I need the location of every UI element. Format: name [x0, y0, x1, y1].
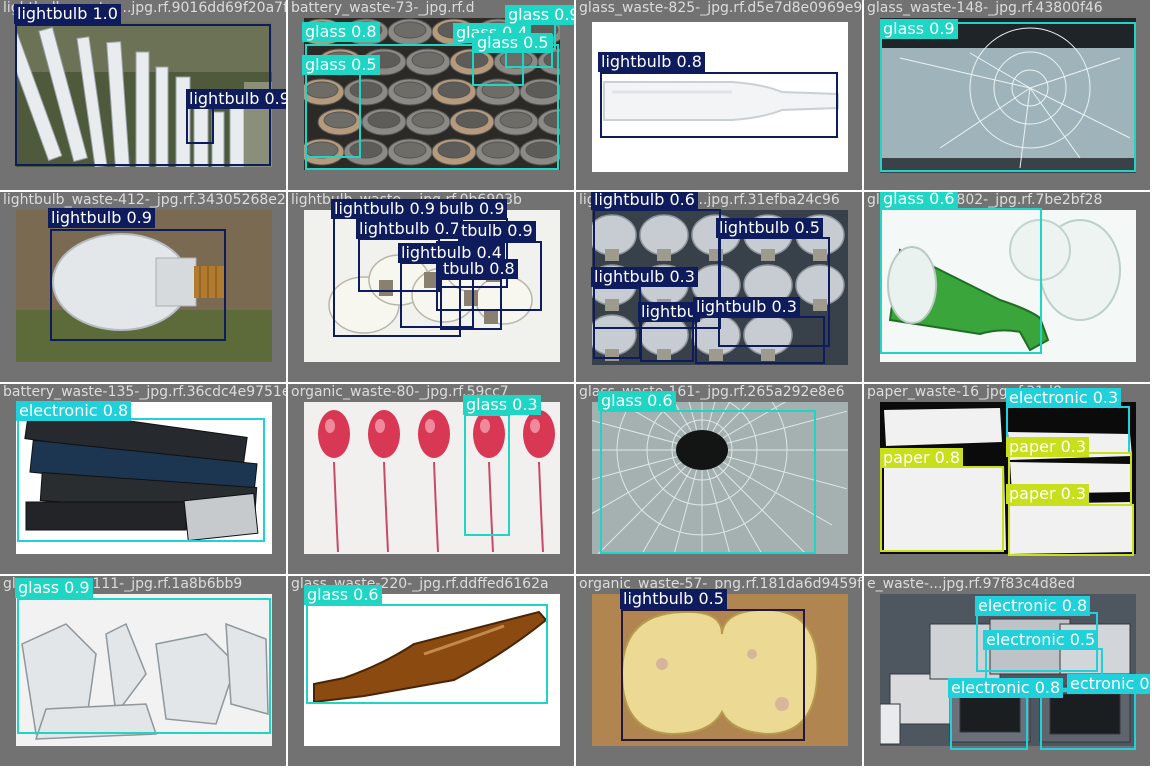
filename-label: battery_waste-135-_jpg.rf.36cdc4e9751e — [3, 384, 286, 400]
bounding-box — [600, 410, 816, 554]
prediction-tile: organic_waste-80-_jpg.rf.59cc7 glass 0.3 — [288, 384, 574, 574]
prediction-tile: e_waste-...jpg.rf.97f83c4d8ed electronic… — [864, 576, 1150, 766]
bounding-box — [17, 598, 271, 734]
detection-label: glass 0.9 — [505, 5, 574, 25]
bounding-box — [880, 208, 1042, 354]
bounding-box — [1008, 504, 1134, 556]
detection-label: glass 0.5 — [474, 33, 552, 53]
detection-label: glass 0.9 — [15, 578, 93, 598]
detection-label: lightbulb 0.6 — [591, 192, 698, 210]
detection-label: glass 0.9 — [880, 19, 958, 39]
prediction-tile: lightbulb_waste-412-_jpg.rf.34305268e22f… — [0, 192, 286, 382]
detection-label: electronic 0.5 — [983, 630, 1099, 650]
detection-label: tbulb 0.8 — [440, 259, 518, 279]
detection-label: glass 0.6 — [598, 391, 676, 411]
detection-label: lightbulb 0.9 — [48, 208, 155, 228]
filename-label: glass_waste-825-_jpg.rf.d5e7d8e0969e957 — [579, 0, 862, 16]
prediction-tile: glass_waste-111-_jpg.rf.1a8b6bb9 glass 0… — [0, 576, 286, 766]
photo-radishes — [304, 402, 560, 554]
bounding-box — [621, 609, 805, 741]
bounding-box — [593, 287, 641, 359]
filename-label: e_waste-...jpg.rf.97f83c4d8ed — [867, 576, 1076, 592]
bounding-box — [305, 72, 361, 158]
detection-label: lightbulb 1.0 — [14, 4, 121, 24]
detection-label: glass 0.6 — [304, 585, 382, 605]
bounding-box — [950, 692, 1028, 750]
detection-label: glass 0.8 — [302, 22, 380, 42]
bounding-box — [640, 320, 694, 362]
prediction-tile: glass_waste-825-_jpg.rf.d5e7d8e0969e957 … — [576, 0, 862, 190]
detection-label: paper 0.8 — [880, 448, 964, 468]
detection-label: lightbulb 0.5 — [716, 218, 823, 238]
detection-label: tbulb 0.9 — [458, 221, 536, 241]
prediction-tile: paper_waste-16_jpg.rf.31d8 electronic 0.… — [864, 384, 1150, 574]
detection-label: electronic 0.8 — [948, 678, 1064, 698]
prediction-grid: lightbulb_waste-...jpg.rf.9016dd69f20a7f… — [0, 0, 1152, 768]
filename-label: lightbulb_waste-412-_jpg.rf.34305268e22f… — [3, 192, 286, 208]
prediction-tile: glass_waste-161-_jpg.rf.265a292e8e6 glas… — [576, 384, 862, 574]
detection-label: lightbulb 0.7 — [356, 219, 463, 239]
detection-label: glass 0.3 — [463, 395, 541, 415]
detection-label: lightbulb 0.5 — [620, 589, 727, 609]
detection-label: lightbulb 0.3 — [693, 297, 800, 317]
bounding-box — [50, 229, 226, 341]
detection-label: lightbulb 0.8 — [598, 52, 705, 72]
filename-label: glass_waste-148-_jpg.rf.43800f46 — [867, 0, 1103, 16]
prediction-tile: lightbulb_waste-...jpg.rf.9016dd69f20a7f… — [0, 0, 286, 190]
bounding-box — [17, 418, 265, 542]
detection-label: lightbulb 0.3 — [591, 267, 698, 287]
detection-label: ectronic 0.9 — [1067, 674, 1150, 694]
bounding-box — [695, 316, 825, 364]
prediction-tile: lightbulb_waste-...jpg.rf.0b6903b lightb… — [288, 192, 574, 382]
prediction-tile: battery_waste-135-_jpg.rf.36cdc4e9751e e… — [0, 384, 286, 574]
detection-label: bulb 0.9 — [436, 199, 508, 219]
bounding-box — [880, 22, 1136, 172]
detection-label: lightbu — [638, 302, 700, 322]
prediction-tile: glass_waste-148-_jpg.rf.43800f46 glass 0… — [864, 0, 1150, 190]
prediction-tile: lightbulb_waste-...jpg.rf.31efba24c96 li… — [576, 192, 862, 382]
detection-label: paper 0.3 — [1006, 484, 1090, 504]
prediction-tile: organic_waste-57-_png.rf.181da6d9459f268… — [576, 576, 862, 766]
detection-label: paper 0.3 — [1006, 437, 1090, 457]
detection-label: electronic 0.3 — [1006, 388, 1122, 408]
prediction-tile: glass_waste-802-_jpg.rf.7be2bf28 glass 0… — [864, 192, 1150, 382]
bounding-box — [880, 466, 1004, 552]
bounding-box — [306, 604, 548, 704]
detection-label: glass 0.5 — [302, 55, 380, 75]
detection-label: lightbulb 0.9 — [186, 89, 286, 109]
prediction-tile: battery_waste-73-_jpg.rf.d glass 0.8 glas… — [288, 0, 574, 190]
prediction-tile: glass_waste-220-_jpg.rf.ddffed6162a glas… — [288, 576, 574, 766]
detection-label: electronic 0.8 — [16, 401, 132, 421]
filename-label: battery_waste-73-_jpg.rf.d — [291, 0, 475, 16]
bounding-box — [186, 106, 214, 144]
bounding-box — [600, 72, 838, 138]
bounding-box — [440, 278, 502, 330]
bounding-box — [464, 414, 510, 536]
detection-label: electronic 0.8 — [975, 596, 1091, 616]
detection-label: glass 0.6 — [880, 192, 958, 209]
detection-label: lightbulb 0.9 — [331, 199, 438, 219]
